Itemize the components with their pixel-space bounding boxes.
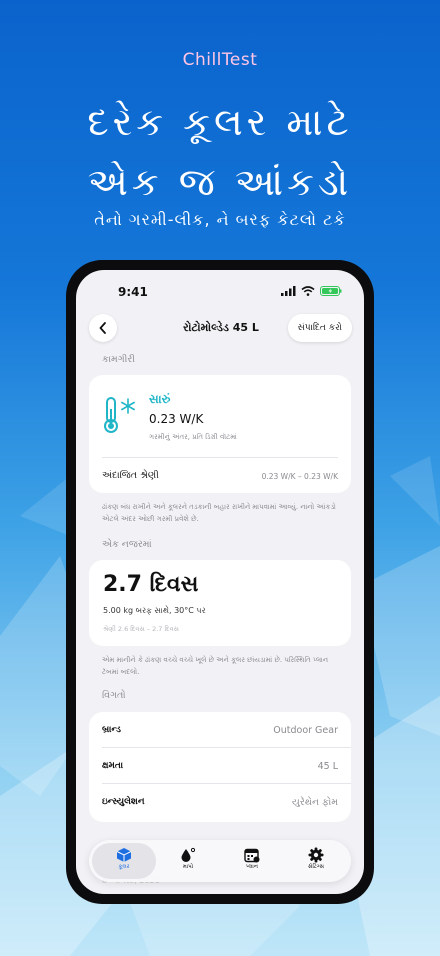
detail-value: યુરેથેન ફોમ: [292, 797, 338, 808]
section-label-performance: કામગીરી: [102, 354, 136, 365]
performance-note: ઢાંકણ બંધ રાખીને અને કૂલરને તડકાની બહાર …: [102, 503, 336, 523]
headline-line-2: એક જ આંકડો: [87, 160, 353, 204]
page-title: રોટોમોલ્ડેડ 45 L: [183, 321, 259, 334]
headline: દરેક કૂલર માટે એક જ આંકડો: [0, 92, 440, 212]
detail-label: ઇન્સ્યુલેશન: [102, 797, 145, 807]
back-button[interactable]: [89, 314, 117, 342]
details-card: બ્રાન્ડ Outdoor Gear ક્ષમતા 45 L ઇન્સ્યુ…: [89, 712, 351, 822]
detail-value: 45 L: [317, 761, 338, 772]
headline-line-1: દરેક કૂલર માટે: [87, 100, 353, 144]
calendar-icon: [244, 848, 260, 863]
section-label-details: વિગતો: [102, 690, 126, 701]
nav-bar: રોટોમોલ્ડેડ 45 L સંપાદિત કરો: [76, 312, 364, 344]
edit-button[interactable]: સંપાદિત કરો: [287, 314, 352, 342]
detail-value: Outdoor Gear: [273, 725, 338, 736]
droplet-icon: [181, 847, 196, 862]
status-bar: 9:41: [76, 284, 364, 302]
tab-coolers[interactable]: કૂલર: [92, 843, 156, 879]
glance-note: એમ માનીને કે ઢાંકણ વચ્ચે વચ્ચે ખૂલે છે અ…: [102, 656, 329, 676]
phone-screen: 9:41 રોટોમોલ્ડેડ 45 L સંપાદિત કરો કામગીર…: [76, 270, 364, 894]
ice-days-value: 2.7 દિવસ: [103, 572, 199, 597]
ice-days-range: શ્રેણી 2.6 દિવસ – 2.7 દિવસ: [103, 625, 179, 633]
heat-leak-caption: ગરમીનું અંતર, પ્રતિ ડિગ્રી વૉટમાં: [149, 433, 237, 441]
status-time: 9:41: [118, 285, 148, 299]
tab-label: પ્લાન: [246, 864, 258, 870]
tab-label: માપો: [182, 864, 194, 870]
subheadline: તેનો ગરમી-લીક, ને બરફ કેટલો ટકે: [94, 210, 346, 229]
tab-label: સેટિંગ્સ: [308, 864, 324, 870]
estimated-range-label: અંદાજિત શ્રેણી: [102, 470, 159, 481]
phone-frame: 9:41 રોટોમોલ્ડેડ 45 L સંપાદિત કરો કામગીર…: [66, 260, 374, 904]
performance-card: સારું 0.23 W/K ગરમીનું અંતર, પ્રતિ ડિગ્ર…: [89, 375, 351, 493]
heat-leak-value: 0.23 W/K: [149, 412, 204, 426]
thermometer-snowflake-icon: [104, 397, 135, 433]
detail-row-insulation: ઇન્સ્યુલેશન યુરેથેન ફોમ: [89, 784, 351, 820]
detail-row-brand: બ્રાન્ડ Outdoor Gear: [89, 712, 351, 748]
signal-icon: [281, 286, 296, 296]
performance-status: સારું: [149, 392, 171, 406]
status-icons: [281, 286, 342, 296]
tab-settings[interactable]: સેટિંગ્સ: [284, 843, 348, 879]
box-icon: [116, 848, 132, 862]
ice-days-conditions: 5.00 kg બરફ સાથે, 30°C પર: [103, 606, 206, 615]
gear-icon: [308, 847, 324, 863]
battery-icon: [320, 286, 342, 296]
estimated-range-value: 0.23 W/K – 0.23 W/K: [261, 472, 338, 481]
tab-measure[interactable]: માપો: [156, 843, 220, 879]
detail-label: ક્ષમતા: [102, 761, 124, 771]
tab-plan[interactable]: પ્લાન: [220, 843, 284, 879]
app-brand-name: ChillTest: [182, 50, 258, 70]
chevron-left-icon: [99, 322, 106, 334]
tab-bar: કૂલર માપો પ્લાન સેટિંગ્સ: [89, 840, 351, 882]
detail-row-capacity: ક્ષમતા 45 L: [89, 748, 351, 784]
divider: [102, 457, 338, 458]
tab-label: કૂલર: [118, 864, 130, 870]
glance-card: 2.7 દિવસ 5.00 kg બરફ સાથે, 30°C પર શ્રેણ…: [89, 560, 351, 646]
section-label-glance: એક નજરમાં: [102, 539, 152, 550]
wifi-icon: [301, 286, 315, 296]
detail-label: બ્રાન્ડ: [102, 725, 121, 735]
